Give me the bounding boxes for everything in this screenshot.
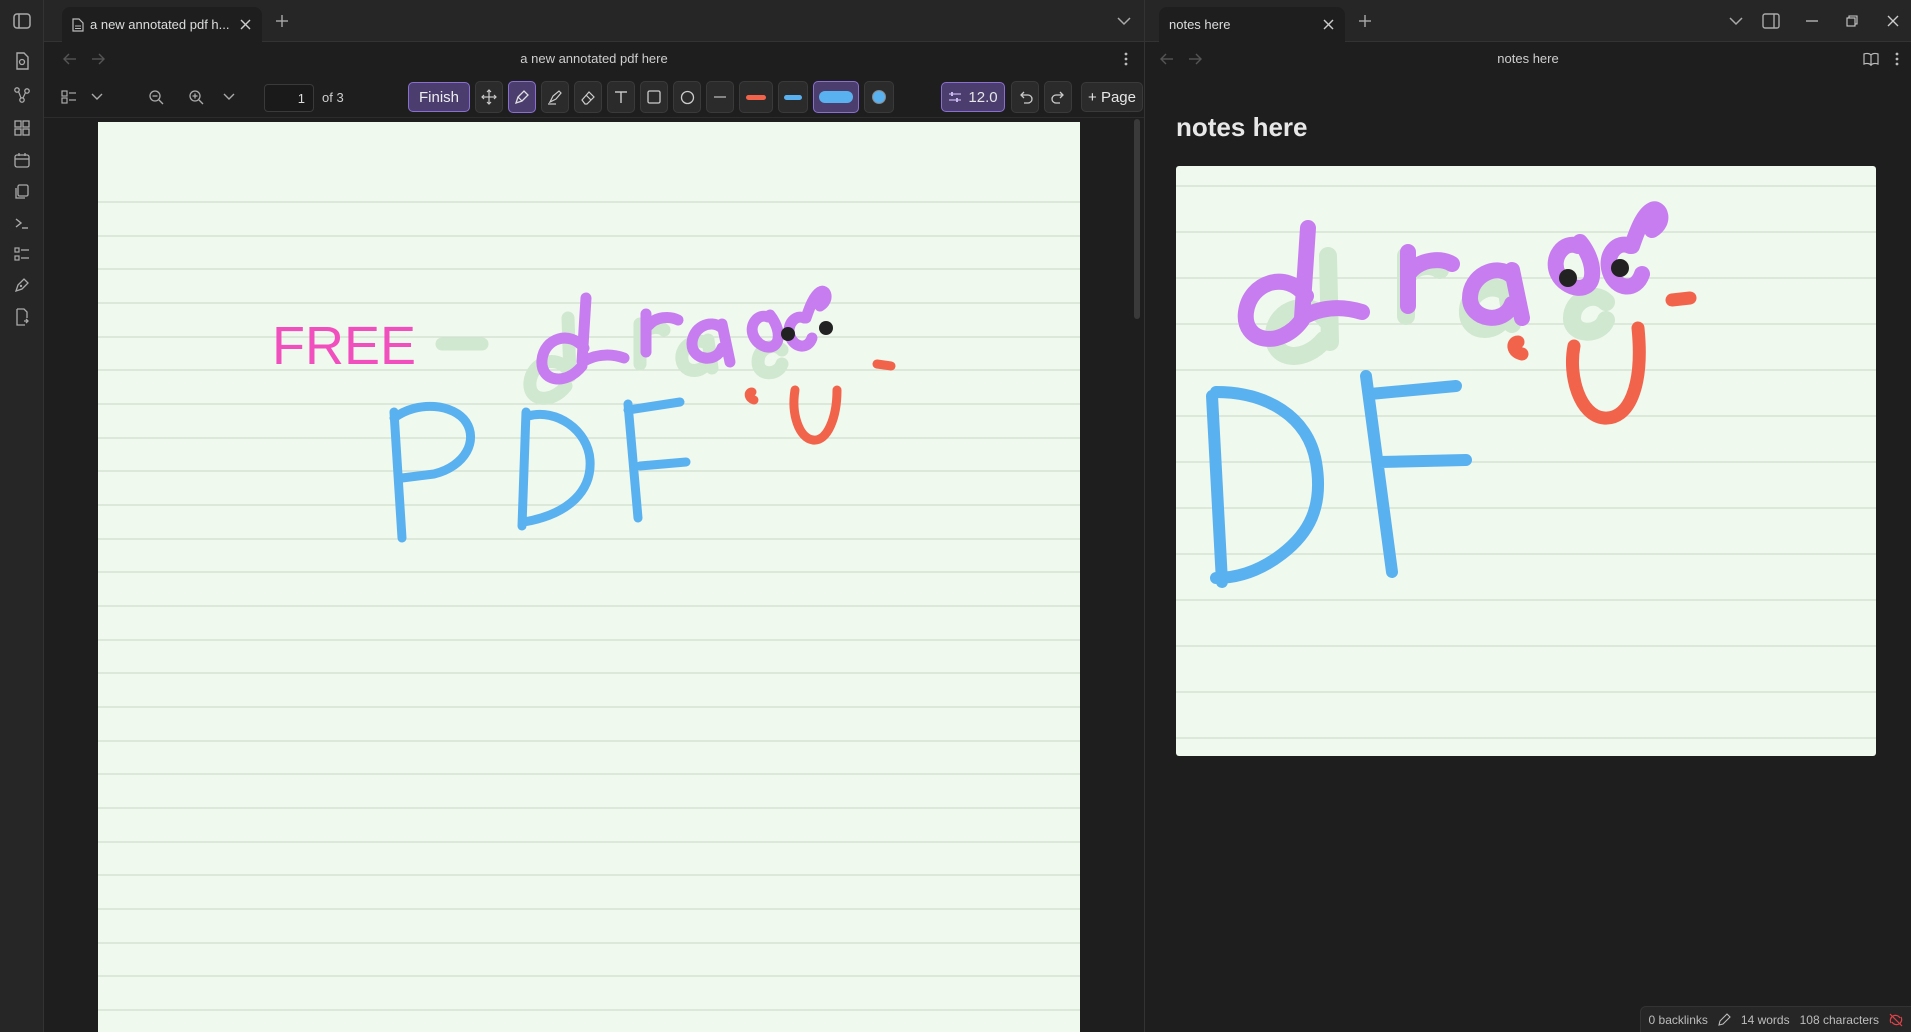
right-sidebar-toggle-icon[interactable] — [1760, 10, 1782, 32]
terminal-icon[interactable] — [11, 212, 33, 234]
sync-off-icon[interactable] — [1889, 1013, 1903, 1027]
tab-notes-here[interactable]: notes here — [1159, 7, 1345, 42]
close-icon[interactable] — [1321, 18, 1335, 32]
file-icon — [72, 17, 84, 32]
free-text-annotation: FREE — [272, 316, 416, 376]
embed-drawing — [1176, 185, 1876, 739]
eraser-icon[interactable] — [574, 81, 602, 113]
calendar-icon[interactable] — [11, 149, 33, 171]
pdf-page-1[interactable]: FREE — [98, 122, 1080, 1032]
note-title[interactable]: notes here — [1176, 112, 1308, 143]
backlinks-count[interactable]: 0 backlinks — [1649, 1013, 1708, 1027]
tab-title: a new annotated pdf h... — [90, 17, 230, 32]
embedded-pdf-drawing[interactable] — [1176, 166, 1876, 756]
page-number-input[interactable] — [264, 84, 314, 112]
status-bar: 0 backlinks 14 words 108 characters — [1639, 1006, 1911, 1032]
embed-blue-strokes — [1206, 370, 1472, 588]
pdf-blue-strokes — [389, 397, 691, 543]
zoom-out-icon[interactable] — [144, 81, 168, 113]
stroke-width-setting[interactable]: 12.0 — [941, 82, 1005, 112]
pdf-drawing: FREE — [98, 201, 1080, 1011]
sidebar-chevron-down-icon[interactable] — [86, 81, 108, 113]
blue-pen-swatch[interactable] — [778, 81, 808, 113]
zoom-chevron-down-icon[interactable] — [218, 81, 240, 113]
zoom-in-icon[interactable] — [184, 81, 208, 113]
edit-pencil-icon[interactable] — [1718, 1013, 1731, 1026]
page-count-label: of 3 — [322, 90, 344, 105]
tab-list-chevron-down-icon[interactable] — [1725, 10, 1747, 32]
ellipse-tool-icon[interactable] — [673, 81, 701, 113]
app-window: a new annotated pdf h... a new annotated… — [0, 0, 1911, 1032]
thumbnails-icon[interactable] — [58, 81, 80, 113]
add-page-button[interactable]: + Page — [1081, 82, 1143, 112]
pen-icon[interactable] — [508, 81, 536, 113]
left-ribbon — [0, 0, 44, 1032]
tab-title: notes here — [1169, 17, 1231, 32]
more-options-icon[interactable] — [1889, 50, 1905, 68]
right-tab-bar: notes here — [1145, 0, 1911, 42]
tab-list-chevron-down-icon[interactable] — [1114, 11, 1134, 31]
right-nav-row: notes here — [1145, 42, 1911, 76]
tab-annotated-pdf[interactable]: a new annotated pdf h... — [62, 7, 262, 42]
reading-view-book-icon[interactable] — [1863, 50, 1879, 68]
pdf-annotation-toolbar: of 3 Finish — [44, 76, 1172, 118]
grid-icon[interactable] — [11, 117, 33, 139]
pdf-pane: a new annotated pdf h... a new annotated… — [44, 0, 1172, 1032]
sliders-icon — [948, 91, 962, 103]
color-picker-swatch[interactable] — [864, 81, 894, 113]
graph-icon[interactable] — [11, 84, 33, 106]
redo-icon[interactable] — [1044, 81, 1072, 113]
new-tab-plus-icon[interactable] — [1355, 11, 1375, 31]
stroke-width-value: 12.0 — [968, 88, 998, 106]
undo-icon[interactable] — [1011, 81, 1039, 113]
pen-tool-icon[interactable] — [11, 274, 33, 296]
line-tool-icon[interactable] — [706, 81, 734, 113]
copy-icon[interactable] — [11, 181, 33, 203]
list-icon[interactable] — [11, 243, 33, 265]
more-options-icon[interactable] — [1118, 50, 1134, 68]
move-tool-icon[interactable] — [475, 81, 503, 113]
thick-blue-pen-swatch[interactable] — [813, 81, 859, 113]
close-icon[interactable] — [238, 18, 252, 32]
pdf-viewer: FREE — [44, 119, 1144, 1032]
file-search-icon[interactable] — [11, 50, 33, 72]
highlighter-icon[interactable] — [541, 81, 569, 113]
new-tab-plus-icon[interactable] — [272, 11, 292, 31]
restore-icon[interactable] — [1841, 10, 1863, 32]
sidebar-toggle-icon[interactable] — [11, 11, 33, 31]
ruled-lines — [1176, 185, 1876, 739]
view-header-title[interactable]: notes here — [1145, 51, 1911, 66]
export-file-icon[interactable] — [11, 306, 33, 328]
left-nav-row: a new annotated pdf here — [44, 42, 1144, 76]
character-count: 108 characters — [1799, 1012, 1879, 1027]
pdf-scrollbar[interactable] — [1134, 119, 1140, 319]
text-tool-icon[interactable] — [607, 81, 635, 113]
view-header-title[interactable]: a new annotated pdf here — [44, 51, 1144, 66]
notes-pane: notes here notes here notes here 0 backl… — [1145, 0, 1911, 1032]
finish-button[interactable]: Finish — [408, 82, 470, 112]
word-count: 14 words — [1740, 1012, 1790, 1027]
minimize-icon[interactable] — [1801, 10, 1823, 32]
window-close-icon[interactable] — [1882, 10, 1904, 32]
red-pen-swatch[interactable] — [739, 81, 773, 113]
rectangle-tool-icon[interactable] — [640, 81, 668, 113]
left-tab-bar: a new annotated pdf h... — [44, 0, 1144, 42]
